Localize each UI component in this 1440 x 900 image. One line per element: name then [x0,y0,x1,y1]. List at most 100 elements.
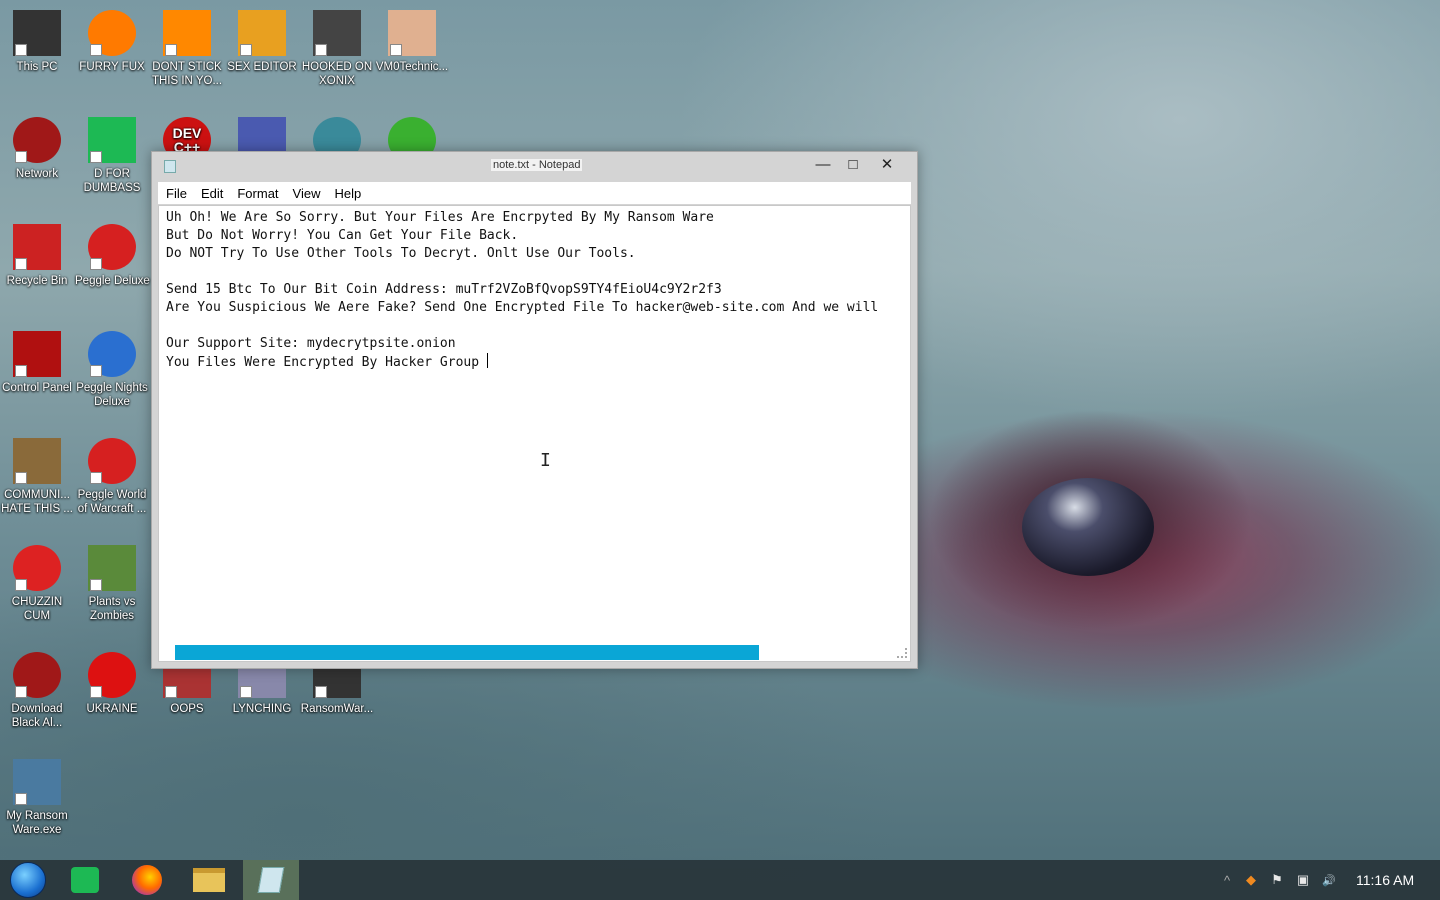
desktop-icon[interactable]: Peggle Deluxe [75,224,150,288]
recycle-bin-icon [13,224,61,270]
pvz-icon [88,545,136,591]
desktop-icon-label: Control Panel [2,382,72,394]
vlc-cone-icon [163,10,211,56]
desktop-icon[interactable]: Plants vs Zombies [75,545,149,623]
desktop-icon-label: D FOR DUMBASS [83,168,141,194]
desktop-icon[interactable]: COMMUNI... HATE THIS ... [0,438,74,516]
text-line: Are You Suspicious We Aere Fake? Send On… [166,300,879,315]
text-line: But Do Not Worry! You Can Get Your File … [166,228,519,243]
note-text[interactable]: Uh Oh! We Are So Sorry. But Your Files A… [166,209,904,372]
desktop-icon-label: Peggle World of Warcraft ... [77,489,147,515]
desktop-icon[interactable]: Network [0,117,74,181]
text-line: Send 15 Btc To Our Bit Coin Address: muT… [166,282,722,297]
menu-bar: File Edit Format View Help [158,182,911,204]
desktop-icon[interactable]: CHUZZIN CUM [0,545,74,623]
desktop-icon[interactable]: This PC [0,10,74,74]
title-bar[interactable]: note.txt - Notepad — □ ✕ [152,152,917,181]
desktop-icon-label: SEX EDITOR [227,61,297,73]
control-panel-icon [13,331,61,377]
system-tray: ^ ◆ ⚑ ▣ 🔊 [1216,860,1342,900]
notepad-title-icon [164,160,176,173]
tray-app-icon[interactable]: ◆ [1238,872,1264,888]
notes-app-icon[interactable] [57,860,113,900]
desktop-icon-label: This PC [16,61,58,73]
desktop-icon[interactable]: Peggle Nights Deluxe [75,331,149,409]
desktop-icon-label: Network [15,168,59,180]
firefox-graphic [132,865,162,895]
peggle-wow-icon [88,438,136,484]
text-editor-area[interactable]: Uh Oh! We Are So Sorry. But Your Files A… [158,205,911,662]
notepad-window[interactable]: note.txt - Notepad — □ ✕ File Edit Forma… [151,151,918,669]
desktop-icon-label: RansomWar... [300,703,374,715]
radiation-icon [88,652,136,698]
desktop-icon-label: My Ransom Ware.exe [6,810,68,836]
desktop-icon[interactable]: UKRAINE [75,652,149,716]
hxd-icon [238,10,286,56]
text-line: Do NOT Try To Use Other Tools To Decryt.… [166,246,636,261]
menu-edit[interactable]: Edit [201,186,223,201]
folder-graphic [193,868,225,892]
notepad-icon[interactable] [243,860,299,900]
desktop-icon-label: CHUZZIN CUM [11,596,63,622]
menu-view[interactable]: View [293,186,321,201]
desktop-icon[interactable]: Peggle World of Warcraft ... [75,438,149,516]
chuzzle-icon [13,545,61,591]
doctor-icon [388,10,436,56]
desktop-icon[interactable]: SEX EDITOR [225,10,299,74]
start-orb-icon[interactable] [0,860,56,900]
maximize-button[interactable]: □ [838,154,868,174]
peggle-icon [88,224,136,270]
desktop-icon[interactable]: My Ransom Ware.exe [0,759,74,837]
text-line: You Files Were Encrypted By Hacker Group [166,355,487,370]
desktop-icon-label: Plants vs Zombies [88,596,136,622]
wallpaper-water-drop [1022,478,1154,576]
desktop-icon[interactable]: Control Panel [0,331,74,395]
desktop-icon-label: Recycle Bin [6,275,68,287]
desktop-icon-label: Download Black Al... [11,703,63,729]
desktop-icon[interactable]: DONT STICK THIS IN YO... [150,10,224,88]
menu-help[interactable]: Help [334,186,361,201]
start-orb-graphic [10,862,46,898]
desktop-icon[interactable]: VM0Technic... [375,10,449,74]
firefox-icon [88,10,136,56]
text-caret [486,353,488,368]
minimize-button[interactable]: — [808,154,838,174]
ibeam-cursor-icon: I [540,450,551,471]
menu-file[interactable]: File [166,186,187,201]
text-line: Uh Oh! We Are So Sorry. But Your Files A… [166,210,714,225]
desktop-icon-label: UKRAINE [86,703,138,715]
desktop-icon-label: OOPS [170,703,204,715]
desktop-icon-label: DONT STICK THIS IN YO... [151,61,223,87]
desktop-icon-label: VM0Technic... [375,61,449,73]
desktop-icon-label: Peggle Nights Deluxe [76,382,148,408]
volume-icon[interactable]: 🔊 [1316,874,1342,887]
desktop-icon[interactable]: D FOR DUMBASS [75,117,149,195]
desktop-icon[interactable]: HOOKED ON XONIX [300,10,374,88]
network-orb-icon [13,117,61,163]
clock[interactable]: 11:16 AM [1356,872,1414,888]
window-title: note.txt - Notepad [491,159,583,171]
desktop-icon-label: Peggle Deluxe [75,275,150,287]
tray-overflow-icon[interactable]: ^ [1216,873,1238,888]
notepad-graphic [257,867,285,893]
desktop-icon[interactable]: Recycle Bin [0,224,74,288]
text-line-last: You Files Were Encrypted By Hacker Group [166,353,904,372]
resize-grip-icon[interactable] [897,648,907,658]
desktop-icon[interactable]: Download Black Al... [0,652,74,730]
money-bag-icon [13,438,61,484]
file-explorer-icon[interactable] [181,860,237,900]
firefox-icon[interactable] [119,860,175,900]
monitor-icon [13,10,61,56]
desktop-icon-label: LYNCHING [232,703,292,715]
horizontal-scrollbar-thumb[interactable] [175,645,759,660]
close-button[interactable]: ✕ [872,154,902,174]
desktop-icon[interactable]: FURRY FUX [75,10,149,74]
flag-icon[interactable]: ⚑ [1264,872,1290,888]
taskbar: ^ ◆ ⚑ ▣ 🔊 11:16 AM [0,860,1440,900]
desktop-icon-label: HOOKED ON XONIX [301,61,373,87]
network-tray-icon[interactable]: ▣ [1290,872,1316,888]
text-line [166,317,904,335]
menu-format[interactable]: Format [237,186,278,201]
black-orb-icon [13,652,61,698]
text-line: Our Support Site: mydecrytpsite.onion [166,336,456,351]
